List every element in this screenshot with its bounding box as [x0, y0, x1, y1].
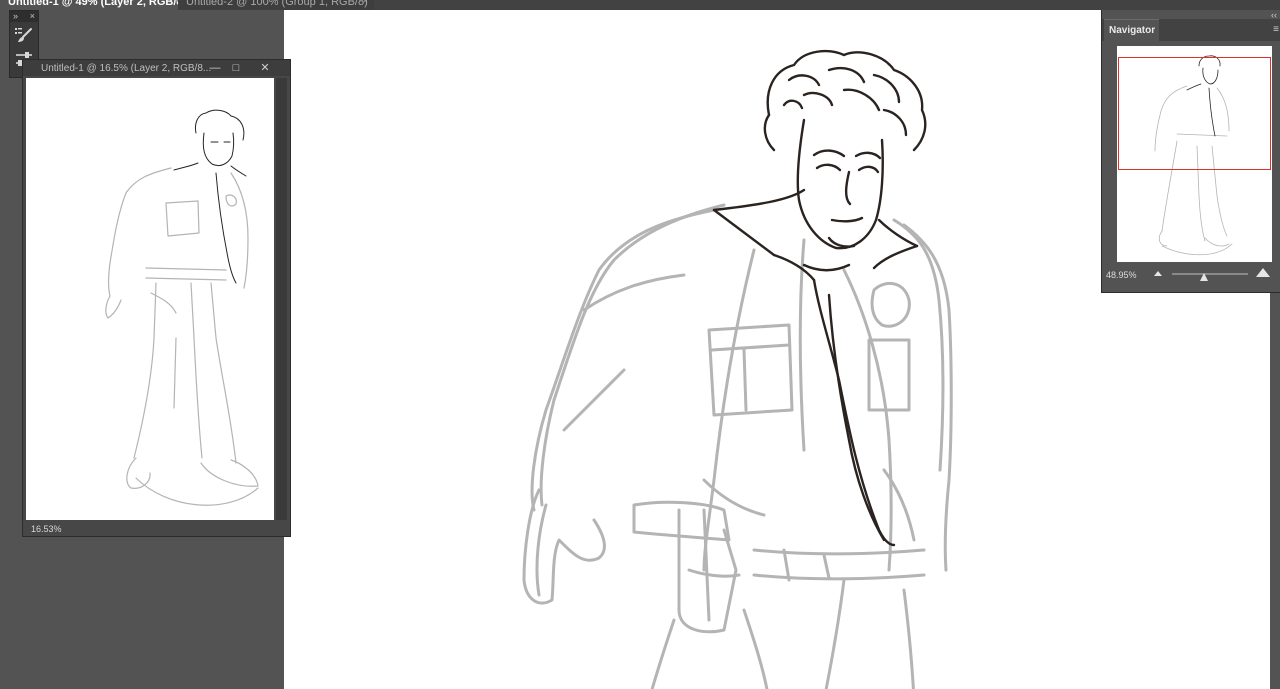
- floating-document-window[interactable]: Untitled-1 @ 16.5% (Layer 2, RGB/8... — …: [22, 59, 291, 537]
- panel-menu-icon[interactable]: ≡: [1273, 24, 1279, 35]
- expand-icon[interactable]: »: [13, 11, 18, 21]
- navigator-thumbnail[interactable]: [1117, 46, 1272, 262]
- tab-untitled-2[interactable]: Untitled-2 @ 100% (Group 1, RGB/8) ×: [178, 0, 374, 10]
- zoom-slider-thumb[interactable]: [1199, 273, 1208, 281]
- document-tab-bar: Untitled-1 @ 49% (Layer 2, RGB/8) × Unti…: [0, 0, 1280, 10]
- main-canvas[interactable]: [284, 10, 1101, 689]
- close-icon[interactable]: ×: [30, 11, 35, 21]
- minimize-button[interactable]: —: [207, 61, 223, 75]
- canvas-artwork-extension: [1101, 292, 1270, 689]
- main-canvas-extension[interactable]: [1101, 292, 1270, 689]
- tab-label: Untitled-2 @ 100% (Group 1, RGB/8): [186, 0, 368, 8]
- maximize-button[interactable]: □: [228, 61, 244, 75]
- full-figure-artwork: [105, 109, 259, 506]
- zoom-in-icon[interactable]: [1255, 267, 1271, 278]
- zoom-out-icon[interactable]: [1153, 269, 1163, 277]
- zoom-status: 16.53%: [31, 524, 62, 534]
- window-title: Untitled-1 @ 16.5% (Layer 2, RGB/8...: [41, 63, 212, 74]
- canvas-artwork: [522, 49, 953, 689]
- tab-close-icon[interactable]: ×: [362, 0, 368, 10]
- brush-preset-icon[interactable]: [12, 24, 36, 46]
- tab-label: Untitled-1 @ 49% (Layer 2, RGB/8): [8, 0, 187, 8]
- tab-navigator[interactable]: Navigator: [1104, 19, 1159, 42]
- close-button[interactable]: ✕: [257, 61, 273, 75]
- window-title-bar[interactable]: Untitled-1 @ 16.5% (Layer 2, RGB/8... — …: [23, 60, 290, 76]
- window-scrollbar[interactable]: [276, 78, 287, 520]
- tools-panel-header: » ×: [10, 11, 38, 22]
- zoom-value[interactable]: 48.95%: [1106, 270, 1137, 280]
- workspace-edge: [1270, 292, 1280, 689]
- zoom-slider[interactable]: [1172, 273, 1248, 275]
- navigator-panel: ‹‹ Navigator ≡ 48.95%: [1101, 10, 1280, 293]
- tab-untitled-1[interactable]: Untitled-1 @ 49% (Layer 2, RGB/8) ×: [0, 0, 186, 10]
- view-rectangle[interactable]: [1118, 57, 1271, 170]
- floating-canvas[interactable]: [26, 78, 274, 520]
